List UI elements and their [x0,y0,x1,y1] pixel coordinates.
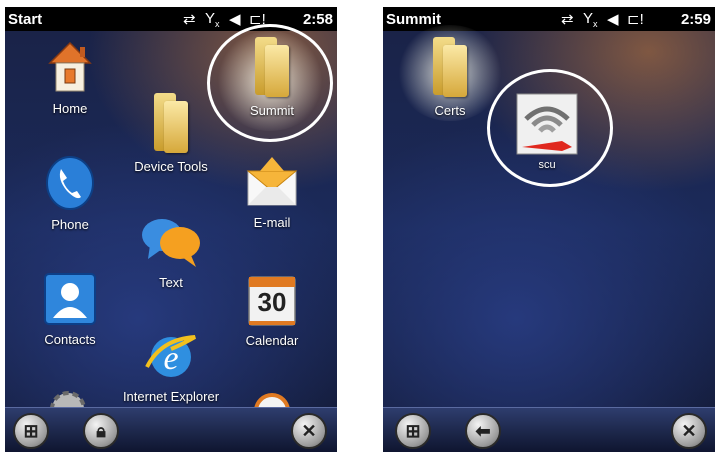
tile-label: E-mail [253,215,291,230]
envelope-icon [246,157,298,209]
status-title: Start [8,11,43,28]
tile-scu[interactable]: scu [492,93,602,171]
tile-device-tools[interactable]: Device Tools [116,93,226,174]
tile-label: Home [52,101,88,116]
summit-folder-screen: Summit ⇄ Yx ◀︎ ⊏! 2:59 Certs scu ⊞ ⬅︎ ✕ [383,7,715,452]
tile-calendar[interactable]: 30 Calendar [217,273,327,348]
windows-logo-icon: ⊞ [405,420,421,441]
scu-wifi-icon [516,93,578,155]
internet-explorer-icon: e [141,329,201,383]
alarm-clock-icon[interactable] [247,387,297,429]
start-screen: Start ⇄ Yx ◀︎ ⊏! 2:58 Home Summit Device… [5,7,337,452]
tile-contacts[interactable]: Contacts [15,272,125,347]
status-time[interactable]: 2:58 [303,11,333,28]
battery-icon[interactable]: ⊏! [627,10,644,28]
tile-label: Contacts [44,332,96,347]
windows-logo-icon: ⊞ [23,420,39,441]
folder-icon [252,37,292,97]
tile-phone[interactable]: Phone [15,155,125,232]
speaker-icon[interactable]: ◀︎ [229,10,241,28]
tile-label: scu [538,159,556,171]
lock-icon: 🔒︎ [96,420,106,441]
contact-card-icon [43,272,97,326]
taskbar: ⊞ ⬅︎ ✕ [383,407,715,452]
windows-start-button[interactable]: ⊞ [13,413,49,449]
tile-label: Device Tools [134,159,208,174]
connectivity-icon[interactable]: ⇄ [561,10,574,28]
tile-summit[interactable]: Summit [217,37,327,118]
tile-label: Internet Explorer [122,389,220,404]
close-icon: ✕ [301,420,317,441]
windows-start-button[interactable]: ⊞ [395,413,431,449]
gear-icon[interactable] [43,385,93,427]
signal-off-icon[interactable]: Yx [583,10,598,29]
folder-icon [151,93,191,153]
tile-label: Summit [249,103,295,118]
phone-icon [45,155,95,211]
chat-bubbles-icon [140,217,202,269]
tile-label: Calendar [245,333,299,348]
tile-home[interactable]: Home [15,39,125,116]
status-title: Summit [386,11,442,28]
close-button[interactable]: ✕ [671,413,707,449]
calendar-icon: 30 [247,273,297,327]
tile-text[interactable]: Text [116,217,226,290]
calendar-day: 30 [257,287,287,317]
tile-internet-explorer[interactable]: e Internet Explorer [116,329,226,404]
speaker-icon[interactable]: ◀︎ [607,10,619,28]
tile-label: Phone [51,217,89,232]
close-icon: ✕ [681,420,697,441]
back-button[interactable]: ⬅︎ [465,413,501,449]
signal-off-icon[interactable]: Yx [205,10,220,29]
home-icon [46,39,94,95]
tile-email[interactable]: E-mail [217,157,327,230]
lock-button[interactable]: 🔒︎ [83,413,119,449]
status-time[interactable]: 2:59 [681,11,711,28]
taskbar: ⊞ 🔒︎ ✕ [5,407,337,452]
back-arrow-icon: ⬅︎ [475,420,491,441]
folder-icon [430,37,470,97]
tile-certs[interactable]: Certs [395,37,505,118]
connectivity-icon[interactable]: ⇄ [183,10,196,28]
close-button[interactable]: ✕ [291,413,327,449]
tile-label: Text [159,275,183,290]
